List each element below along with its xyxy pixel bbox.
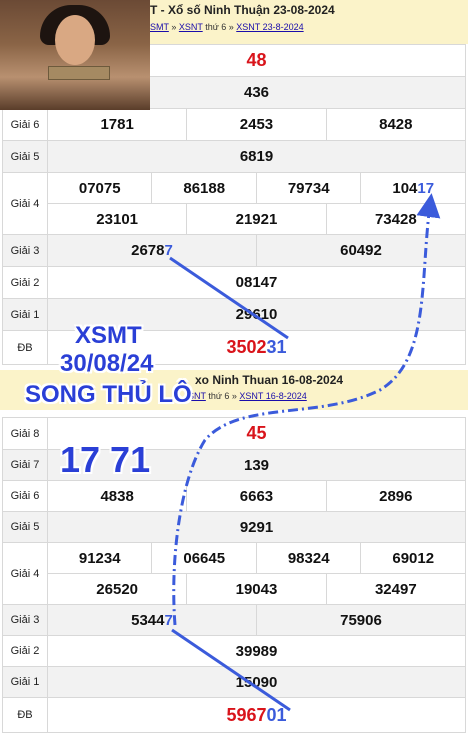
arrow-line	[169, 256, 289, 340]
dash-dot-arrow	[172, 193, 441, 626]
overlay-song-thu-lo: SONG THỦ LÔ	[25, 381, 192, 408]
overlay-date: 30/08/24	[60, 350, 154, 377]
overlay-pair: 17 71	[60, 439, 151, 480]
overlay-xsmt: XSMT	[75, 322, 142, 349]
arrow-line	[171, 628, 291, 712]
